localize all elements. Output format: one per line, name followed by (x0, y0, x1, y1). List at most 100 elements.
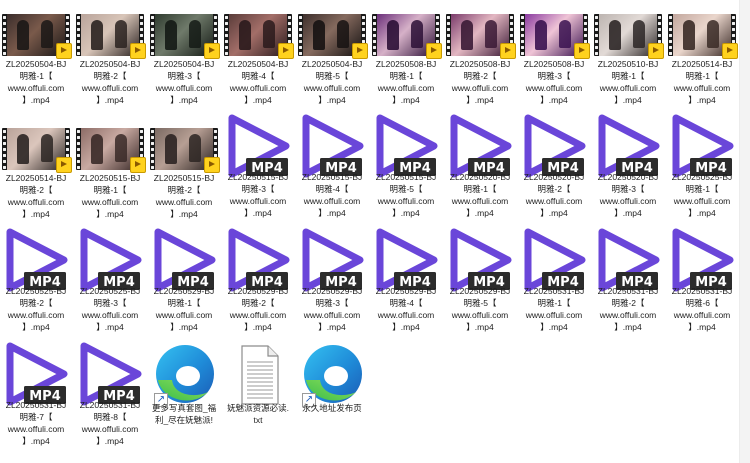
perforation-hole (151, 40, 154, 43)
perforation-hole (373, 16, 376, 19)
file-item[interactable]: ZL20250508-BJ 明雅-2【 www.offuli.com 】.mp4 (444, 0, 516, 112)
file-name-line: 】.mp4 (244, 208, 272, 218)
file-name-line: 】.mp4 (22, 209, 50, 219)
file-item[interactable]: ZL20250508-BJ 明雅-3【 www.offuli.com 】.mp4 (518, 0, 590, 112)
file-name: ZL20250525-BJ 明雅-3【 www.offuli.com 】.mp4 (72, 285, 148, 333)
scrollbar[interactable] (739, 0, 750, 463)
file-item[interactable]: MP4 ZL20250531-BJ 明雅-1【 www.offuli.com 】.mp4 (518, 228, 590, 340)
perforation-hole (140, 16, 143, 19)
file-item[interactable]: MP4 ZL20250531-BJ 明雅-2【 www.offuli.com 】.mp4 (592, 228, 664, 340)
file-name-line: 明雅-2【 (463, 71, 497, 81)
file-name-line: ZL20250515-BJ (227, 172, 289, 182)
file-item[interactable]: ZL20250515-BJ 明雅-2【 www.offuli.com 】.mp4 (148, 114, 220, 226)
file-name-line: 】.mp4 (318, 322, 346, 332)
file-name-line: 】.mp4 (96, 436, 124, 446)
perforation-hole (436, 22, 439, 25)
perforation-hole (3, 28, 6, 31)
perforation-hole (669, 52, 672, 55)
file-name-line: ZL20250504-BJ (301, 59, 363, 69)
file-item[interactable]: ↗ 永久地址发布页 (296, 342, 368, 454)
file-name-line: 】.mp4 (96, 322, 124, 332)
figure-shape (707, 20, 719, 48)
file-item[interactable]: MP4 ZL20250515-BJ 明雅-3【 www.offuli.com 】.mp4 (222, 114, 294, 226)
perforation-hole (658, 16, 661, 19)
file-item[interactable]: MP4 ZL20250531-BJ 明雅-7【 www.offuli.com 】.mp4 (0, 342, 72, 454)
file-name-line: www.offuli.com (7, 310, 65, 320)
player-badge-icon (278, 43, 294, 59)
perforation-hole (151, 148, 154, 151)
video-thumbnail-icon (2, 14, 72, 59)
perforation-hole (436, 16, 439, 19)
file-name-line: 】.mp4 (22, 436, 50, 446)
file-item[interactable]: MP4 ZL20250529-BJ 明雅-4【 www.offuli.com 】.mp4 (370, 228, 442, 340)
file-name-line: 】.mp4 (688, 322, 716, 332)
perforation-hole (66, 28, 69, 31)
file-name: ZL20250514-BJ 明雅-2【 www.offuli.com 】.mp4 (0, 172, 74, 220)
file-item[interactable]: ZL20250504-BJ 明雅-2【 www.offuli.com 】.mp4 (74, 0, 146, 112)
perforation-hole (373, 52, 376, 55)
perforation-hole (77, 22, 80, 25)
file-item[interactable]: MP4 ZL20250520-BJ 明雅-1【 www.offuli.com 】.mp4 (444, 114, 516, 226)
file-name-line: www.offuli.com (303, 83, 361, 93)
perforation-hole (77, 16, 80, 19)
perforation-hole (510, 28, 513, 31)
perforation-hole (140, 28, 143, 31)
perforation-hole (77, 136, 80, 139)
perforation-hole (66, 16, 69, 19)
file-name-line: 】.mp4 (614, 95, 642, 105)
file-item[interactable]: MP4 ZL20250531-BJ 明雅-6【 www.offuli.com 】.mp4 (666, 228, 738, 340)
perforation-hole (77, 46, 80, 49)
player-badge-icon (352, 43, 368, 59)
file-item[interactable]: ZL20250510-BJ 明雅-1【 www.offuli.com 】.mp4 (592, 0, 664, 112)
file-item[interactable]: MP4 ZL20250515-BJ 明雅-5【 www.offuli.com 】.mp4 (370, 114, 442, 226)
perforation-hole (732, 16, 735, 19)
file-item[interactable]: ZL20250504-BJ 明雅-1【 www.offuli.com 】.mp4 (0, 0, 72, 112)
file-name-line: www.offuli.com (525, 196, 583, 206)
file-item[interactable]: ↗ 更多写真套图_福 利_尽在妩魅派! (148, 342, 220, 454)
file-name-line: ZL20250504-BJ (79, 59, 141, 69)
perforation-hole (669, 28, 672, 31)
file-name: ZL20250504-BJ 明雅-5【 www.offuli.com 】.mp4 (294, 58, 370, 106)
film-perforation (2, 128, 7, 170)
perforation-hole (214, 148, 217, 151)
file-name-line: 明雅-3【 (611, 184, 645, 194)
file-item[interactable]: MP4 ZL20250525-BJ 明雅-2【 www.offuli.com 】.mp4 (0, 228, 72, 340)
file-item[interactable]: MP4 ZL20250529-BJ 明雅-2【 www.offuli.com 】.mp4 (222, 228, 294, 340)
file-item[interactable]: MP4 ZL20250525-BJ 明雅-1【 www.offuli.com 】.mp4 (666, 114, 738, 226)
file-item[interactable]: MP4 ZL20250529-BJ 明雅-5【 www.offuli.com 】.mp4 (444, 228, 516, 340)
file-item[interactable]: ZL20250514-BJ 明雅-1【 www.offuli.com 】.mp4 (666, 0, 738, 112)
file-item[interactable]: 妩魅派资源必读. txt (222, 342, 294, 454)
file-name-line: 】.mp4 (466, 322, 494, 332)
file-item[interactable]: MP4 ZL20250529-BJ 明雅-1【 www.offuli.com 】.mp4 (148, 228, 220, 340)
perforation-hole (66, 34, 69, 37)
video-thumbnail-icon (594, 14, 664, 59)
file-name-line: 明雅-1【 (19, 71, 53, 81)
perforation-hole (362, 28, 365, 31)
perforation-hole (214, 130, 217, 133)
figure-shape (683, 20, 695, 50)
file-item[interactable]: MP4 ZL20250520-BJ 明雅-2【 www.offuli.com 】.mp4 (518, 114, 590, 226)
perforation-hole (658, 22, 661, 25)
file-item[interactable]: MP4 ZL20250531-BJ 明雅-8【 www.offuli.com 】.mp4 (74, 342, 146, 454)
file-explorer-view: ZL20250504-BJ 明雅-1【 www.offuli.com 】.mp4 ZL2… (0, 0, 750, 463)
file-name-line: www.offuli.com (673, 196, 731, 206)
file-item[interactable]: ZL20250508-BJ 明雅-1【 www.offuli.com 】.mp4 (370, 0, 442, 112)
file-item[interactable]: ZL20250504-BJ 明雅-3【 www.offuli.com 】.mp4 (148, 0, 220, 112)
file-item[interactable]: MP4 ZL20250525-BJ 明雅-3【 www.offuli.com 】.mp4 (74, 228, 146, 340)
file-item[interactable]: MP4 ZL20250515-BJ 明雅-4【 www.offuli.com 】.mp4 (296, 114, 368, 226)
perforation-hole (225, 34, 228, 37)
file-name-line: 】.mp4 (318, 95, 346, 105)
perforation-hole (151, 34, 154, 37)
file-name-line: ZL20250525-BJ (5, 286, 67, 296)
perforation-hole (151, 142, 154, 145)
file-item[interactable]: ZL20250504-BJ 明雅-4【 www.offuli.com 】.mp4 (222, 0, 294, 112)
perforation-hole (77, 34, 80, 37)
player-badge-icon (204, 157, 220, 173)
file-item[interactable]: ZL20250515-BJ 明雅-1【 www.offuli.com 】.mp4 (74, 114, 146, 226)
file-item[interactable]: ZL20250514-BJ 明雅-2【 www.offuli.com 】.mp4 (0, 114, 72, 226)
perforation-hole (140, 148, 143, 151)
file-item[interactable]: ZL20250504-BJ 明雅-5【 www.offuli.com 】.mp4 (296, 0, 368, 112)
file-item[interactable]: MP4 ZL20250520-BJ 明雅-3【 www.offuli.com 】.mp4 (592, 114, 664, 226)
file-item[interactable]: MP4 ZL20250529-BJ 明雅-3【 www.offuli.com 】.mp4 (296, 228, 368, 340)
perforation-hole (288, 34, 291, 37)
